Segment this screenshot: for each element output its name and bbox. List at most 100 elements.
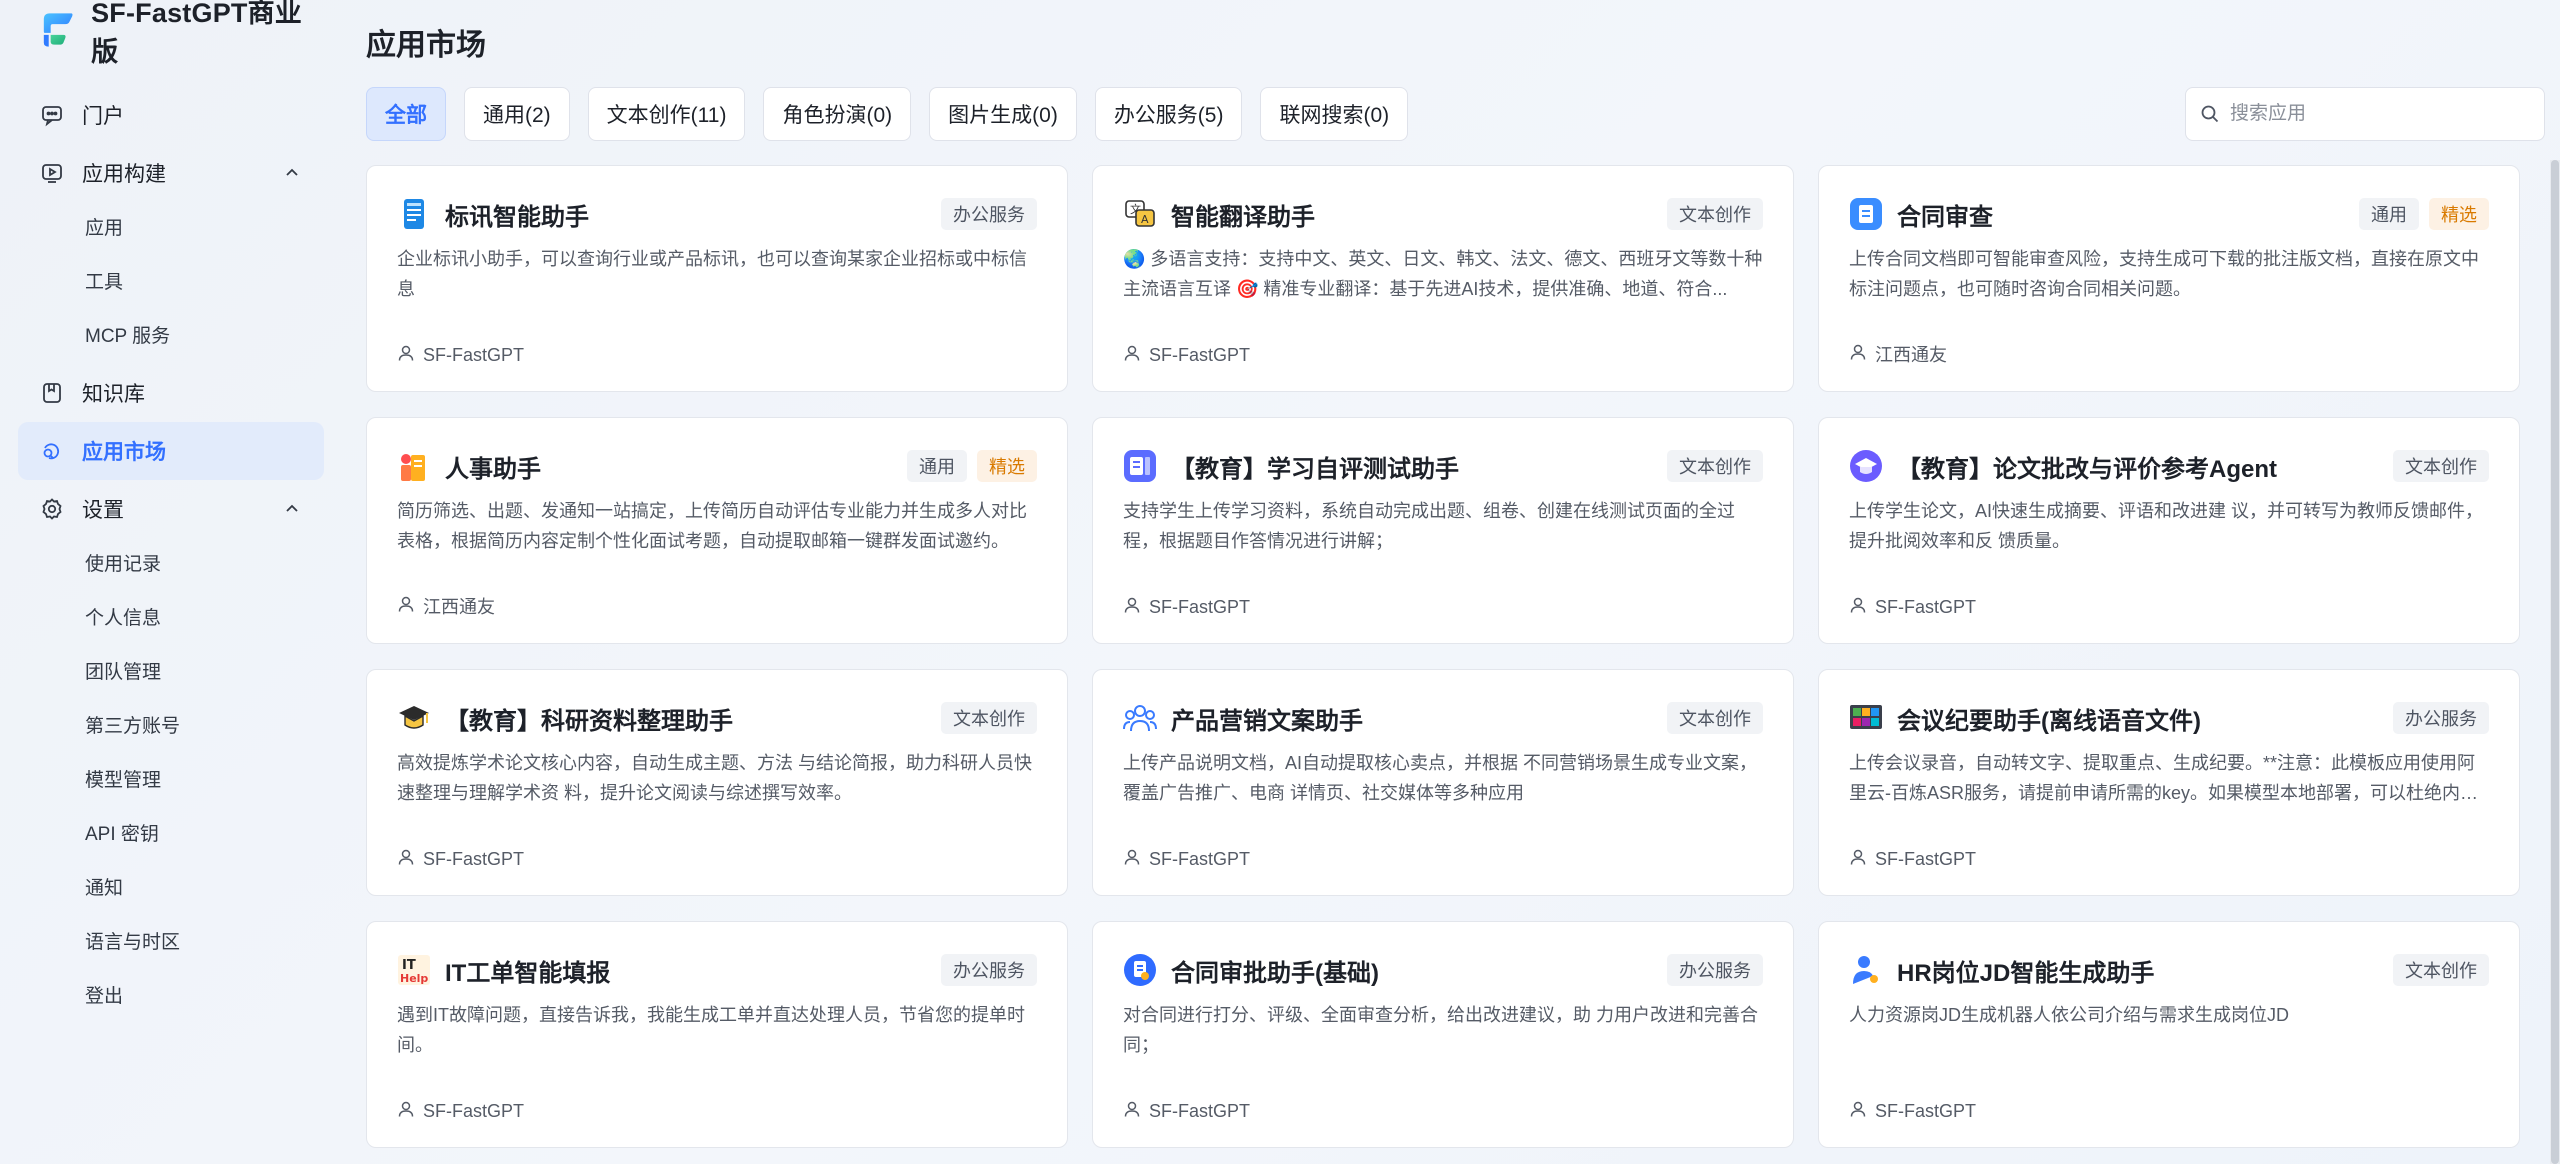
scrollbar-thumb[interactable] xyxy=(2551,160,2559,1164)
user-icon xyxy=(1849,1100,1867,1123)
card-description: 遇到IT故障问题，直接告诉我，我能生成工单并直达处理人员，节省您的提单时间。 xyxy=(397,1005,1025,1055)
sidebar-item-knowledge[interactable]: 知识库 xyxy=(18,364,324,422)
app-card[interactable]: 【教育】科研资料整理助手 文本创作 高效提炼学术论文核心内容，自动生成主题、方法 与… xyxy=(366,669,1068,896)
gear-icon xyxy=(40,497,64,521)
sidebar-subitem-locale[interactable]: 语言与时区 xyxy=(18,916,324,970)
app-card[interactable]: 文 A 智能翻译助手 文本创作 🌏 多语言支持：支持中文、英文、日文、韩文、法文、德文、… xyxy=(1092,165,1794,392)
filter-role-play[interactable]: 角色扮演(0) xyxy=(763,87,912,141)
sidebar-item-portal[interactable]: 门户 xyxy=(18,86,324,144)
brand[interactable]: SF-FastGPT商业版 xyxy=(18,0,324,67)
approval-icon xyxy=(1123,953,1157,987)
app-card[interactable]: 标讯智能助手 办公服务 企业标讯小助手，可以查询行业或产品标讯，也可以查询某家企业招… xyxy=(366,165,1068,392)
sidebar-item-settings[interactable]: 设置 xyxy=(18,480,324,538)
sidebar-nav: 门户 应用构建 应用 工具 MCP 服务 知识库 应用市场 设置 使用记录 个人… xyxy=(18,86,324,1024)
category-filters: 全部 通用(2) 文本创作(11) 角色扮演(0) 图片生成(0) 办公服务(5… xyxy=(366,87,1409,141)
sidebar-subitem-profile[interactable]: 个人信息 xyxy=(18,592,324,646)
card-tags: 通用 精选 xyxy=(2359,198,2489,230)
sidebar-subitem-usage[interactable]: 使用记录 xyxy=(18,538,324,592)
card-title: 【教育】学习自评测试助手 xyxy=(1171,455,1459,483)
it-help-icon: IT Help xyxy=(397,953,431,987)
category-tag: 文本创作 xyxy=(1667,702,1763,734)
market-icon xyxy=(40,439,64,463)
card-author: 江西通友 xyxy=(1849,341,1947,367)
category-tag: 办公服务 xyxy=(2393,702,2489,734)
hr-icon xyxy=(397,449,431,483)
category-tag: 办公服务 xyxy=(941,954,1037,986)
card-tags: 通用 精选 xyxy=(907,450,1037,482)
card-header: 人事助手 通用 精选 xyxy=(397,446,1037,486)
search-input[interactable] xyxy=(2230,103,2510,125)
card-author: SF-FastGPT xyxy=(1849,596,1976,619)
card-tags: 办公服务 xyxy=(1667,954,1763,986)
filter-office[interactable]: 办公服务(5) xyxy=(1094,87,1243,141)
card-author: SF-FastGPT xyxy=(1849,848,1976,871)
book-icon xyxy=(40,381,64,405)
card-header: 合同审批助手(基础) 办公服务 xyxy=(1123,950,1763,990)
card-description: 高效提炼学术论文核心内容，自动生成主题、方法 与结论简报，助力科研人员快速整理与… xyxy=(397,753,1032,803)
author-name: SF-FastGPT xyxy=(1875,1101,1977,1121)
app-card[interactable]: 合同审批助手(基础) 办公服务 对合同进行打分、评级、全面审查分析，给出改进建议，助… xyxy=(1092,921,1794,1148)
scrollbar[interactable] xyxy=(2550,160,2560,1164)
app-card[interactable]: IT Help IT工单智能填报 办公服务 遇到IT故障问题，直接告诉我，我能生成工单并… xyxy=(366,921,1068,1148)
author-name: 江西通友 xyxy=(423,597,495,617)
app-card[interactable]: 【教育】学习自评测试助手 文本创作 支持学生上传学习资料，系统自动完成出题、组卷、创… xyxy=(1092,417,1794,644)
app-card[interactable]: HR岗位JD智能生成助手 文本创作 人力资源岗JD生成机器人依公司介绍与需求生成岗位… xyxy=(1818,921,2520,1148)
card-description: 上传会议录音，自动转文字、提取重点、生成纪要。**注意：此模板应用使用阿里云-百… xyxy=(1849,753,2476,803)
card-description: 🌏 多语言支持：支持中文、英文、日文、韩文、法文、德文、西班牙文等数十种主流语言… xyxy=(1123,249,1763,299)
card-title: 【教育】科研资料整理助手 xyxy=(445,707,733,735)
sidebar-item-market[interactable]: 应用市场 xyxy=(18,422,324,480)
sidebar-subitem-logout[interactable]: 登出 xyxy=(18,970,324,1024)
sidebar-subitem-team[interactable]: 团队管理 xyxy=(18,646,324,700)
search-box[interactable] xyxy=(2185,87,2545,141)
author-name: SF-FastGPT xyxy=(423,849,525,869)
svg-text:Help: Help xyxy=(400,972,428,985)
category-tag: 通用 xyxy=(2359,198,2419,230)
user-icon xyxy=(1849,343,1867,366)
category-tag: 文本创作 xyxy=(2393,954,2489,986)
sidebar-subitem-tools[interactable]: 工具 xyxy=(18,256,324,310)
filter-web-search[interactable]: 联网搜索(0) xyxy=(1260,87,1409,141)
user-icon xyxy=(1123,596,1141,619)
app-card-grid: 标讯智能助手 办公服务 企业标讯小助手，可以查询行业或产品标讯，也可以查询某家企业招… xyxy=(366,165,2520,1148)
sidebar-subitem-third-party[interactable]: 第三方账号 xyxy=(18,700,324,754)
filter-image-gen[interactable]: 图片生成(0) xyxy=(929,87,1077,141)
card-description: 人力资源岗JD生成机器人依公司介绍与需求生成岗位JD xyxy=(1849,1005,2289,1025)
card-title: 产品营销文案助手 xyxy=(1171,707,1363,735)
sidebar-item-label: 应用市场 xyxy=(82,441,166,464)
sidebar-subitem-api-key[interactable]: API 密钥 xyxy=(18,808,324,862)
card-author: SF-FastGPT xyxy=(1849,1100,1976,1123)
chevron-up-icon[interactable] xyxy=(282,499,302,519)
filter-all[interactable]: 全部 xyxy=(366,87,446,141)
card-title: 人事助手 xyxy=(445,455,541,483)
featured-badge: 精选 xyxy=(977,450,1037,482)
chevron-up-icon[interactable] xyxy=(282,163,302,183)
app-card[interactable]: 合同审查 通用 精选 上传合同文档即可智能审查风险，支持生成可下载的批注版文档，直接在… xyxy=(1818,165,2520,392)
author-name: SF-FastGPT xyxy=(1875,849,1977,869)
user-icon xyxy=(1849,848,1867,871)
user-icon xyxy=(397,595,415,618)
page-title: 应用市场 xyxy=(366,29,486,62)
author-name: SF-FastGPT xyxy=(423,1101,525,1121)
app-card[interactable]: 会议纪要助手(离线语音文件) 办公服务上传会议录音，自动转文字、提取重点、生成纪要… xyxy=(1818,669,2520,896)
card-title: 智能翻译助手 xyxy=(1171,203,1315,231)
card-title: 合同审批助手(基础) xyxy=(1171,959,1379,987)
contract-icon xyxy=(1849,197,1883,231)
author-name: SF-FastGPT xyxy=(1875,597,1977,617)
filter-text-creation[interactable]: 文本创作(11) xyxy=(587,87,746,141)
app-card[interactable]: 产品营销文案助手 文本创作 上传产品说明文档，AI自动提取核心卖点，并根据 不同营销… xyxy=(1092,669,1794,896)
card-description: 企业标讯小助手，可以查询行业或产品标讯，也可以查询某家企业招标或中标信息 xyxy=(397,249,1027,299)
sidebar-item-label: 知识库 xyxy=(82,383,145,406)
app-card[interactable]: 【教育】论文批改与评价参考Agent 文本创作 上传学生论文，AI快速生成摘要、评语… xyxy=(1818,417,2520,644)
sidebar-item-app-build[interactable]: 应用构建 xyxy=(18,144,324,202)
filter-general[interactable]: 通用(2) xyxy=(464,87,570,141)
sidebar-subitem-apps[interactable]: 应用 xyxy=(18,202,324,256)
category-tag: 办公服务 xyxy=(941,198,1037,230)
app-card[interactable]: 人事助手 通用 精选 简历筛选、出题、发通知一站搞定，上传简历自动评估专业能力并生成多… xyxy=(366,417,1068,644)
sidebar-subitem-mcp[interactable]: MCP 服务 xyxy=(18,310,324,364)
sidebar-subitem-notify[interactable]: 通知 xyxy=(18,862,324,916)
quiz-icon xyxy=(1123,449,1157,483)
user-icon xyxy=(1849,596,1867,619)
sidebar-item-label: 设置 xyxy=(82,499,124,522)
card-header: 会议纪要助手(离线语音文件) 办公服务 xyxy=(1849,698,2489,738)
sidebar-subitem-models[interactable]: 模型管理 xyxy=(18,754,324,808)
